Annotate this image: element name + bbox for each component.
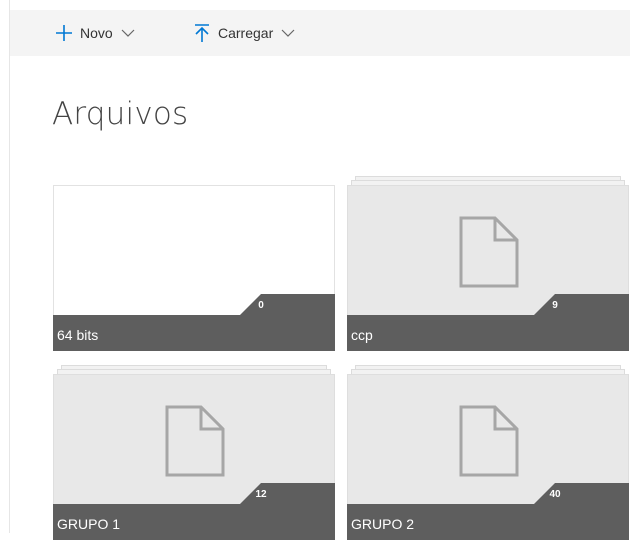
folder-name: GRUPO 2 (351, 516, 415, 532)
folder-name: ccp (351, 327, 373, 343)
folder-footer: 64 bits (53, 315, 335, 351)
new-button[interactable]: Novo (54, 10, 135, 56)
left-divider (9, 0, 10, 533)
folder-footer: GRUPO 2 (347, 504, 629, 540)
chevron-down-icon (121, 29, 135, 37)
new-button-label: Novo (80, 25, 113, 41)
folder-item-count: 12 (255, 489, 267, 500)
document-icon (165, 405, 225, 477)
command-bar: Novo Carregar (10, 10, 630, 56)
folder-item-count: 0 (258, 300, 264, 311)
plus-icon (56, 25, 72, 41)
folder-tile[interactable]: 9 ccp (347, 176, 629, 351)
folder-footer: GRUPO 1 (53, 504, 335, 540)
chevron-down-icon (281, 29, 295, 37)
folder-item-count: 40 (549, 489, 561, 500)
document-icon (459, 216, 519, 288)
document-icon (459, 405, 519, 477)
upload-button-label: Carregar (218, 25, 274, 41)
folder-item-count: 9 (552, 300, 558, 311)
folder-name: GRUPO 1 (57, 516, 121, 532)
upload-icon (195, 24, 209, 42)
folder-tile[interactable]: 40 GRUPO 2 (347, 365, 629, 540)
folder-tile[interactable]: 0 64 bits (53, 185, 335, 351)
page-title: Arquivos (52, 96, 189, 132)
folder-name: 64 bits (57, 327, 99, 343)
folder-tile[interactable]: 12 GRUPO 1 (53, 365, 335, 540)
upload-button[interactable]: Carregar (192, 10, 295, 56)
folder-footer: ccp (347, 315, 629, 351)
